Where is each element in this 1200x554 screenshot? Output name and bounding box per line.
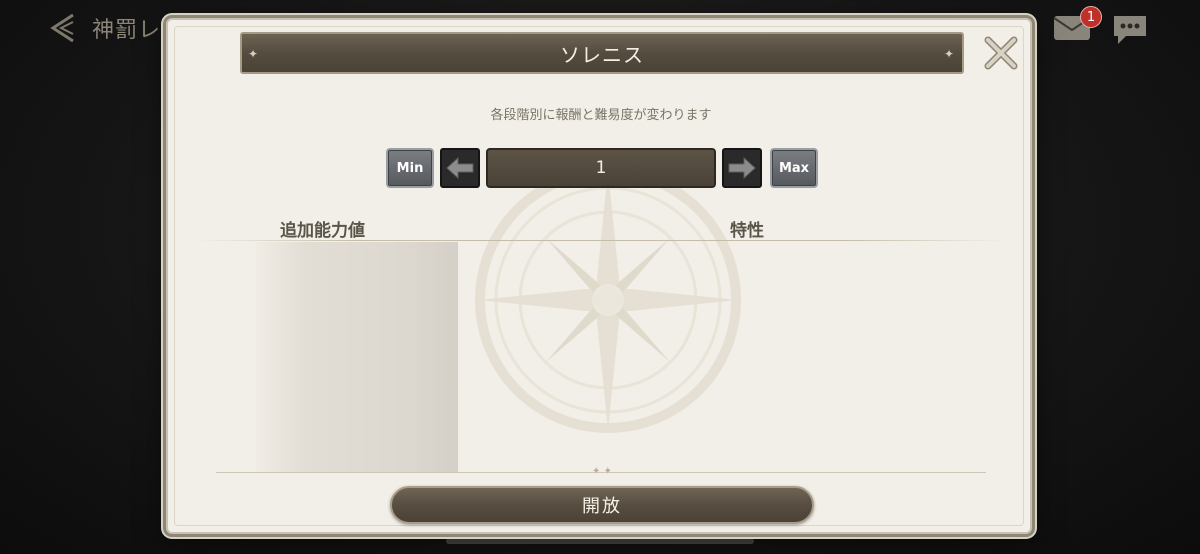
increase-button[interactable] <box>722 148 762 188</box>
traits-header: 特性 <box>730 221 764 241</box>
decrease-button[interactable] <box>440 148 480 188</box>
title-banner: ✦ ソレニス ✦ <box>240 32 964 74</box>
close-button[interactable] <box>982 34 1020 72</box>
mail-badge: 1 <box>1080 6 1102 28</box>
max-button[interactable]: Max <box>770 148 818 188</box>
close-icon <box>984 36 1018 70</box>
stage-dialog: ✦ ソレニス ✦ 各段階別に報酬と難易度が変わります Min 1 Max 追加能… <box>166 18 1032 534</box>
back-button[interactable] <box>46 10 82 46</box>
header-divider <box>196 240 1006 241</box>
arrow-right-icon <box>728 156 756 180</box>
additional-stats-list <box>256 242 458 472</box>
chat-button[interactable] <box>1110 12 1152 48</box>
screen-title: 神罰レ <box>92 18 162 43</box>
dialog-title: ソレニス <box>560 42 644 67</box>
home-indicator <box>446 538 754 544</box>
banner-ornament-right: ✦ <box>944 47 955 61</box>
chat-icon <box>1114 16 1146 44</box>
traits-list <box>458 242 998 472</box>
additional-stats-header: 追加能力値 <box>280 221 365 241</box>
stage-level-display: 1 <box>486 148 716 188</box>
banner-ornament-left: ✦ <box>248 47 259 61</box>
stage-description: 各段階別に報酬と難易度が変わります <box>490 108 712 123</box>
mail-button[interactable]: 1 <box>1052 6 1102 46</box>
min-button[interactable]: Min <box>386 148 434 188</box>
arrow-left-icon <box>446 156 474 180</box>
back-arrow-icon <box>50 13 74 43</box>
footer-ornament: ✦ ✦ <box>592 466 612 477</box>
open-button[interactable]: 開放 <box>390 486 814 524</box>
